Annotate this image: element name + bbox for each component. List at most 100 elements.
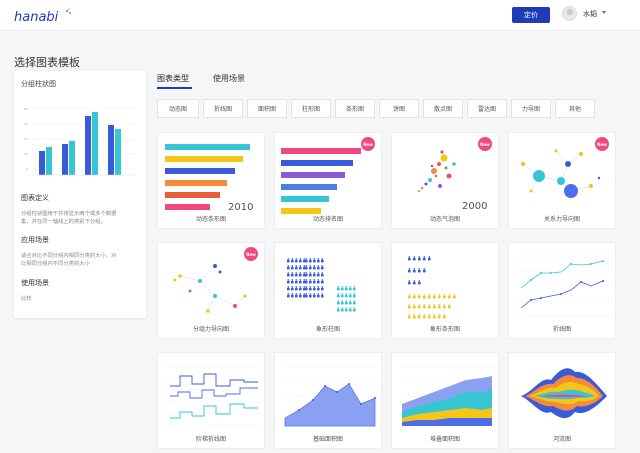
- template-card-dynamic-ranking[interactable]: New 动态排名图: [274, 132, 382, 229]
- card-caption: 动态条形图: [195, 216, 226, 223]
- filter-pie[interactable]: 饼图: [379, 99, 419, 118]
- person-icon: [305, 286, 308, 291]
- person-icon: [443, 314, 446, 319]
- filter-column[interactable]: 柱形图: [291, 99, 331, 118]
- person-icon: [345, 300, 348, 305]
- basic-area-thumbnail: [283, 365, 379, 427]
- person-icon: [313, 279, 316, 284]
- person-icon: [428, 294, 431, 299]
- person-icon: [337, 307, 340, 312]
- grouped-bar-preview: 60 45 30 15 0: [24, 107, 136, 176]
- person-icon: [418, 280, 421, 285]
- chevron-down-icon[interactable]: [602, 11, 606, 14]
- person-icon: [321, 279, 324, 284]
- person-icon: [299, 265, 302, 270]
- avatar[interactable]: [562, 6, 577, 21]
- tab-chart-type[interactable]: 图表类型: [157, 73, 189, 84]
- person-icon: [309, 286, 312, 291]
- person-icon: [438, 314, 441, 319]
- template-card-relation-force[interactable]: New 关系力导向图: [508, 132, 616, 229]
- new-badge: New: [595, 137, 609, 151]
- card-caption: 折线图: [552, 326, 571, 333]
- person-icon: [313, 265, 316, 270]
- person-icon: [433, 314, 436, 319]
- new-badge: New: [361, 137, 375, 151]
- filter-radar[interactable]: 雷达图: [467, 99, 507, 118]
- person-icon: [438, 304, 441, 309]
- person-icon: [418, 304, 421, 309]
- person-icon: [305, 293, 308, 298]
- template-card-dynamic-bubble[interactable]: 2000 New 动态气泡图: [391, 132, 499, 229]
- usage-text: 比较: [21, 296, 32, 302]
- template-card-basic-area[interactable]: 基础面积图: [274, 352, 382, 449]
- card-caption: 河流图: [552, 436, 571, 443]
- svg-text:0: 0: [26, 167, 28, 171]
- hanabi-logo[interactable]: hanabi: [14, 7, 72, 25]
- person-icon: [295, 286, 298, 291]
- filter-area[interactable]: 面积图: [247, 99, 287, 118]
- person-icon: [408, 280, 411, 285]
- svg-text:45: 45: [24, 122, 28, 126]
- active-tab-indicator: [157, 87, 192, 89]
- svg-text:2000: 2000: [462, 201, 487, 212]
- filter-line[interactable]: 折线图: [203, 99, 243, 118]
- template-card-dynamic-bar[interactable]: 2010 动态条形图: [157, 132, 265, 229]
- filter-scatter[interactable]: 散点图: [423, 99, 463, 118]
- person-icon: [341, 293, 344, 298]
- person-icon: [353, 300, 356, 305]
- person-icon: [299, 293, 302, 298]
- person-icon: [349, 300, 352, 305]
- pricing-button[interactable]: 定价: [512, 7, 550, 23]
- person-icon: [353, 286, 356, 291]
- person-icon: [295, 279, 298, 284]
- person-icon: [291, 293, 294, 298]
- person-icon: [345, 307, 348, 312]
- person-icon: [299, 286, 302, 291]
- person-icon: [418, 256, 421, 261]
- template-card-pictorial-bar[interactable]: 象形条形图: [391, 242, 499, 339]
- person-icon: [309, 279, 312, 284]
- person-icon: [433, 294, 436, 299]
- person-icon: [309, 293, 312, 298]
- person-icon: [317, 258, 320, 263]
- filter-bar-chart[interactable]: 条形图: [335, 99, 375, 118]
- person-icon: [418, 314, 421, 319]
- template-card-grouped-force[interactable]: New 分组力导向图: [157, 242, 265, 339]
- new-badge: New: [478, 137, 492, 151]
- step-line-thumbnail: [166, 365, 262, 427]
- person-icon: [428, 314, 431, 319]
- person-icon: [299, 272, 302, 277]
- person-icon: [313, 272, 316, 277]
- person-icon: [295, 265, 298, 270]
- person-icon: [295, 293, 298, 298]
- svg-text:2010: 2010: [228, 202, 253, 213]
- filter-other[interactable]: 其他: [555, 99, 595, 118]
- template-card-line[interactable]: 折线图: [508, 242, 616, 339]
- template-card-pictorial-column[interactable]: 象形柱图: [274, 242, 382, 339]
- filter-dynamic[interactable]: 动态图: [157, 99, 199, 118]
- person-icon: [309, 272, 312, 277]
- person-icon: [309, 258, 312, 263]
- template-card-river[interactable]: 河流图: [508, 352, 616, 449]
- pictorial-column-thumbnail: [287, 258, 356, 312]
- person-icon: [321, 286, 324, 291]
- stacked-area-thumbnail: [400, 365, 496, 427]
- person-icon: [443, 294, 446, 299]
- template-card-stacked-area[interactable]: 堆叠面积图: [391, 352, 499, 449]
- card-caption: 动态排名图: [312, 216, 343, 223]
- user-name[interactable]: 水韬: [583, 9, 597, 19]
- person-icon: [287, 258, 290, 263]
- card-caption: 分组力导向图: [192, 326, 229, 333]
- person-icon: [453, 294, 456, 299]
- card-caption: 象形条形图: [429, 326, 460, 333]
- card-caption: 堆叠面积图: [429, 436, 460, 443]
- template-card-step-line[interactable]: 阶梯折线图: [157, 352, 265, 449]
- person-icon: [423, 294, 426, 299]
- card-caption: 象形柱图: [315, 326, 340, 333]
- person-icon: [345, 286, 348, 291]
- filter-force[interactable]: 力导图: [511, 99, 551, 118]
- line-thumbnail: [517, 255, 613, 317]
- person-icon: [299, 279, 302, 284]
- person-icon: [448, 304, 451, 309]
- tab-use-case[interactable]: 使用场景: [213, 73, 245, 84]
